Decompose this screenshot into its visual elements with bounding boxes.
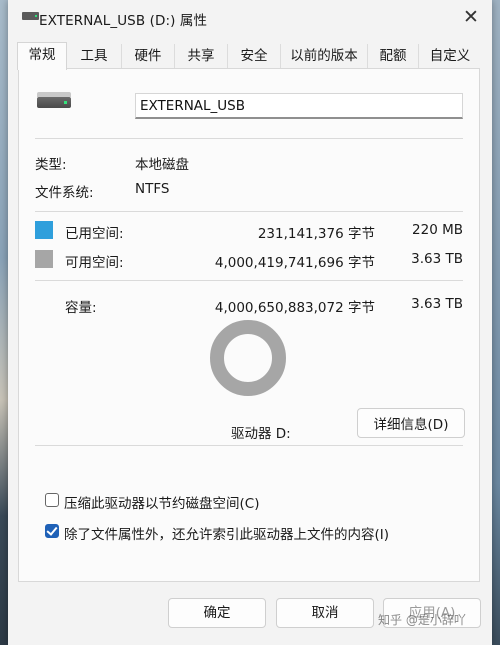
capacity-size: 3.63 TB <box>411 296 463 312</box>
compress-label[interactable]: 压缩此驱动器以节约磁盘空间(C) <box>64 492 259 512</box>
divider <box>35 280 463 281</box>
cancel-button[interactable]: 取消 <box>276 598 374 628</box>
divider <box>35 445 463 446</box>
ok-button[interactable]: 确定 <box>168 598 266 628</box>
window-title: EXTERNAL_USB (D:) 属性 <box>39 13 208 29</box>
used-space-bytes: 231,141,376 字节 <box>257 226 375 242</box>
free-space-label: 可用空间: <box>65 255 124 271</box>
disk-usage-chart <box>210 319 286 396</box>
tab-security[interactable]: 安全 <box>228 44 281 68</box>
type-value: 本地磁盘 <box>135 157 189 173</box>
used-space-size: 220 MB <box>412 222 463 238</box>
tab-tools[interactable]: 工具 <box>67 44 122 68</box>
type-label: 类型: <box>35 157 67 173</box>
free-space-swatch <box>35 250 53 268</box>
index-checkbox[interactable] <box>45 524 59 538</box>
tab-previous-versions[interactable]: 以前的版本 <box>281 44 368 68</box>
title-bar[interactable]: EXTERNAL_USB (D:) 属性 ✕ <box>8 0 492 34</box>
filesystem-value: NTFS <box>135 181 170 197</box>
tab-quota[interactable]: 配额 <box>368 44 419 68</box>
drive-icon <box>22 12 39 20</box>
index-label[interactable]: 除了文件属性外，还允许索引此驱动器上文件的内容(I) <box>64 523 389 543</box>
filesystem-label: 文件系统: <box>35 185 94 201</box>
drive-name-input[interactable] <box>135 93 463 119</box>
donut-slice-1 <box>210 320 286 396</box>
used-space-label: 已用空间: <box>65 226 124 242</box>
close-button[interactable]: ✕ <box>460 6 482 28</box>
free-space-size: 3.63 TB <box>411 251 463 267</box>
tab-sharing[interactable]: 共享 <box>175 44 228 68</box>
divider <box>35 138 463 139</box>
capacity-label: 容量: <box>65 300 97 316</box>
details-button[interactable]: 详细信息(D) <box>357 408 465 438</box>
used-space-swatch <box>35 221 53 239</box>
tab-general[interactable]: 常规 <box>17 42 67 70</box>
drive-large-icon <box>37 92 71 108</box>
tab-customize[interactable]: 自定义 <box>419 44 481 68</box>
general-panel: 类型: 本地磁盘 文件系统: NTFS 已用空间: 231,141,376 字节… <box>18 68 480 582</box>
properties-window: EXTERNAL_USB (D:) 属性 ✕ 常规 工具 硬件 共享 安全 以前… <box>8 0 492 645</box>
drive-letter-label: 驱动器 D: <box>231 426 291 442</box>
capacity-bytes: 4,000,650,883,072 字节 <box>214 300 375 316</box>
free-space-bytes: 4,000,419,741,696 字节 <box>214 255 375 271</box>
watermark: 知乎 @是小辞吖 <box>378 613 466 627</box>
tab-hardware[interactable]: 硬件 <box>122 44 175 68</box>
compress-checkbox[interactable] <box>45 493 59 507</box>
divider <box>35 211 463 212</box>
tab-bar: 常规 工具 硬件 共享 安全 以前的版本 配额 自定义 <box>17 42 483 70</box>
